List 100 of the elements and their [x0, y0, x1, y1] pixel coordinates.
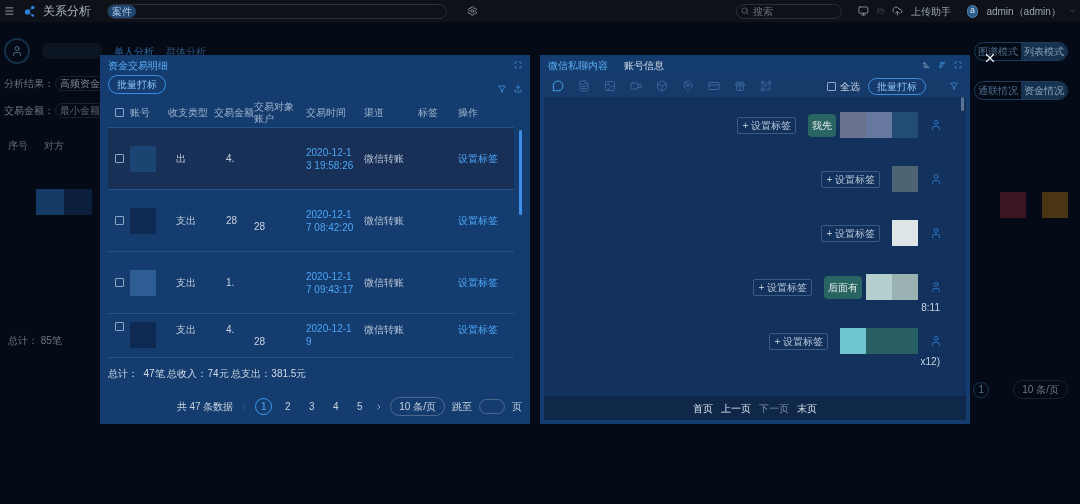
person-avatar[interactable]	[4, 38, 30, 64]
person-name-field	[42, 43, 102, 59]
menu-icon[interactable]	[4, 5, 15, 17]
gift-icon[interactable]	[734, 80, 746, 92]
avatar-icon	[930, 335, 942, 347]
expand-icon[interactable]	[954, 61, 962, 69]
sort-ascending-icon[interactable]	[922, 61, 930, 69]
select-all-label: 全选	[840, 79, 860, 94]
card-icon[interactable]	[708, 80, 720, 92]
pager-link[interactable]: 首页	[693, 400, 713, 416]
filter-icon[interactable]	[950, 82, 958, 90]
scrollbar-thumb	[961, 97, 964, 111]
column-header: 对方	[44, 139, 64, 153]
set-tag-link[interactable]: 设置标签	[458, 151, 514, 166]
table-cell-text: 微信转账	[364, 214, 405, 228]
set-tag-button[interactable]: + 设置标签	[769, 332, 828, 350]
mode-tab[interactable]: 列表模式	[1021, 43, 1067, 60]
table-cell-text: 4.	[225, 323, 236, 337]
avatar-icon	[930, 281, 942, 293]
avatar-icon	[930, 173, 942, 185]
message-bubble: 后面有	[824, 275, 862, 299]
row-checkbox[interactable]	[114, 322, 124, 331]
box-icon[interactable]	[656, 80, 668, 92]
set-tag-link[interactable]: 设置标签	[458, 275, 514, 290]
filter-icon[interactable]	[498, 84, 506, 93]
qr-code-icon[interactable]	[760, 80, 772, 92]
user-name[interactable]: admin（admin）	[986, 3, 1061, 19]
pixelated-patch	[64, 189, 92, 215]
select-all-checkbox[interactable]	[114, 108, 124, 117]
page-unit-label: 页	[512, 400, 522, 414]
search-icon	[740, 7, 749, 15]
set-tag-button[interactable]: + 设置标签	[821, 224, 880, 242]
column-header: 交易时间	[306, 106, 347, 119]
summary-text: 总计： 85笔	[8, 335, 62, 346]
video-icon[interactable]	[630, 80, 642, 92]
page-number[interactable]: 5	[351, 398, 369, 415]
pixelated-image[interactable]	[840, 112, 918, 138]
dialog-tab[interactable]: 账号信息	[624, 57, 664, 73]
mode-tab[interactable]: 图谱模式	[975, 43, 1021, 60]
table-row[interactable]: 支出 1. 2020-12-17 09:43:17 微信转账 设置标签	[108, 252, 514, 314]
expand-icon[interactable]	[514, 61, 522, 69]
dialog-tab[interactable]: 微信私聊内容	[548, 57, 608, 73]
table-cell-text: 微信转账	[364, 152, 405, 166]
row-checkbox[interactable]	[114, 154, 124, 163]
pager-link[interactable]: 上一页	[721, 400, 751, 416]
select-all-checkbox[interactable]	[827, 81, 836, 91]
table-row[interactable]: 支出 4. 28 2020-12-19 微信转账 设置标签	[108, 314, 514, 358]
table-cell-text: 出	[175, 152, 187, 166]
page-number[interactable]: 2	[279, 398, 297, 415]
total-count: 共 47 条数据	[176, 400, 234, 414]
chat-icon[interactable]	[552, 80, 564, 92]
table-cell-text: 微信转账	[364, 276, 405, 290]
table-cell-text: 2020-12-13 19:58:26	[306, 145, 355, 172]
mode-tab[interactable]: 通联情况	[975, 82, 1021, 99]
table-cell-text: 支出	[175, 323, 197, 337]
file-icon[interactable]	[578, 80, 590, 92]
table-cell-text: 4.	[225, 152, 236, 166]
jump-label: 跳至	[452, 400, 472, 414]
monitor-icon[interactable]	[857, 5, 869, 17]
upload-helper-link[interactable]: 上传助手	[910, 3, 951, 19]
user-avatar[interactable]: a	[966, 4, 979, 18]
pixelated-patch	[1042, 192, 1068, 218]
set-tag-button[interactable]: + 设置标签	[821, 170, 880, 188]
set-tag-link[interactable]: 设置标签	[458, 322, 514, 337]
settings-icon[interactable]	[466, 5, 478, 17]
table-cell-text: 28	[225, 214, 239, 228]
set-tag-button[interactable]: + 设置标签	[753, 278, 812, 296]
pager-link[interactable]: 末页	[797, 400, 817, 416]
upload-icon[interactable]	[891, 5, 903, 17]
set-tag-button[interactable]: + 设置标签	[737, 116, 796, 134]
pixelated-patch	[130, 207, 156, 234]
row-checkbox[interactable]	[114, 278, 124, 287]
set-tag-link[interactable]: 设置标签	[458, 213, 514, 228]
pixelated-image[interactable]	[840, 328, 918, 354]
caret-icon[interactable]	[1068, 7, 1076, 15]
message-note: 8:11	[921, 301, 940, 315]
table-cell-text: 支出	[175, 276, 197, 290]
table-row[interactable]: 支出 28 28 2020-12-17 08:42:20 微信转账 设置标签	[108, 190, 514, 252]
column-header: 账号	[130, 106, 151, 119]
row-checkbox[interactable]	[114, 216, 124, 225]
dialog-title: 资金交易明细	[108, 58, 168, 73]
column-header: 标签	[418, 106, 439, 119]
mode-tab[interactable]: 资金情况	[1021, 82, 1067, 99]
card-icon[interactable]	[876, 5, 884, 17]
export-icon[interactable]	[514, 84, 522, 93]
table-cell-text: 2020-12-19	[306, 322, 353, 348]
page-number[interactable]: 4	[327, 398, 345, 415]
message-bubble: 我先	[808, 113, 836, 137]
table-cell-text: 1.	[225, 276, 236, 290]
pixelated-patch	[1000, 192, 1026, 218]
image-icon[interactable]	[604, 80, 616, 92]
page-number[interactable]: 3	[303, 398, 321, 415]
sort-descending-icon[interactable]	[938, 61, 946, 69]
column-header: 渠道	[364, 106, 385, 119]
table-row[interactable]: 出 4. 2020-12-13 19:58:26 微信转账 设置标签	[108, 128, 514, 190]
pixelated-patch	[130, 145, 156, 172]
location-icon[interactable]	[682, 80, 694, 92]
network-logo-icon	[22, 4, 36, 18]
pixelated-patch	[36, 189, 64, 215]
add-person-icon	[11, 45, 23, 57]
